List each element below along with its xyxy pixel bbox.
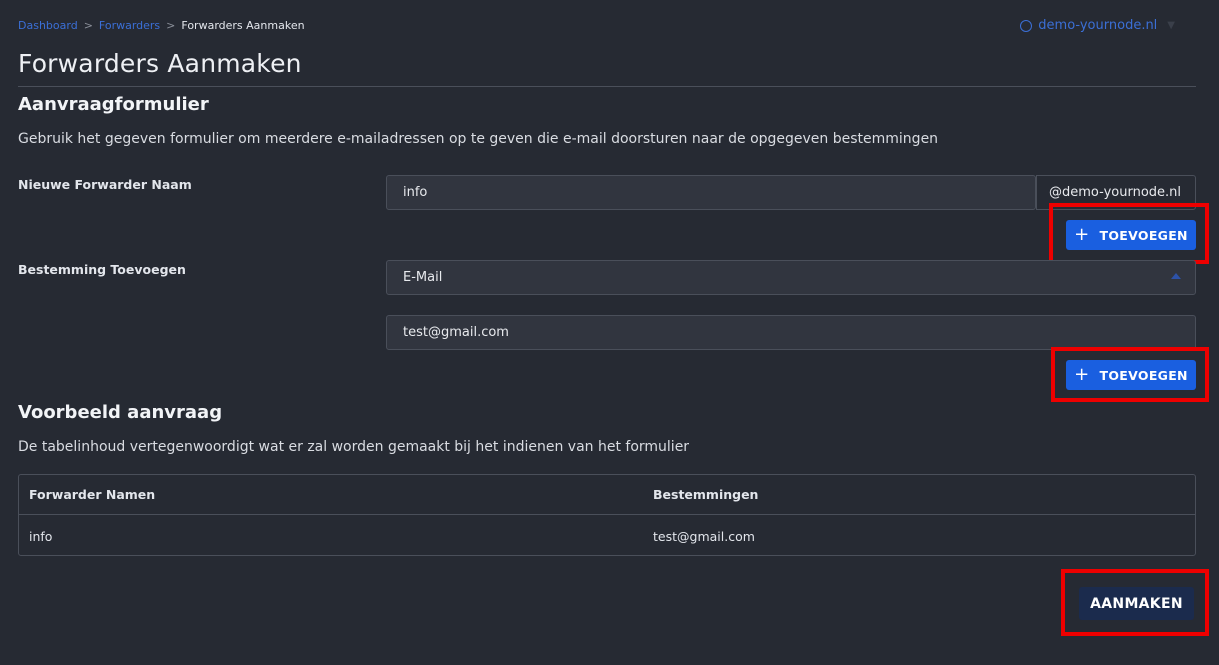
- breadcrumb-separator: >: [166, 19, 176, 32]
- column-header-destinations: Bestemmingen: [653, 487, 759, 502]
- destination-email-value: test@gmail.com: [403, 325, 509, 340]
- forwarder-name-label: Nieuwe Forwarder Naam: [18, 177, 192, 192]
- breadcrumb-separator: >: [83, 19, 93, 32]
- page-title: Forwarders Aanmaken: [18, 49, 302, 78]
- breadcrumb-forwarders[interactable]: Forwarders: [99, 19, 160, 32]
- breadcrumb: Dashboard > Forwarders > Forwarders Aanm…: [18, 19, 305, 32]
- preview-section-description: De tabelinhoud vertegenwoordigt wat er z…: [18, 439, 690, 455]
- title-divider: [18, 86, 1196, 87]
- create-button[interactable]: AANMAKEN: [1079, 587, 1194, 620]
- table-cell-forwarder-name: info: [29, 528, 53, 544]
- breadcrumb-current: Forwarders Aanmaken: [181, 19, 305, 32]
- table-row: info test@gmail.com: [19, 516, 1195, 556]
- column-header-forwarder-names: Forwarder Namen: [29, 487, 156, 502]
- breadcrumb-dashboard[interactable]: Dashboard: [18, 19, 78, 32]
- add-destination-button-label: TOEVOEGEN: [1099, 367, 1188, 383]
- form-section-title: Aanvraagformulier: [18, 94, 209, 115]
- preview-table: Forwarder Namen Bestemmingen info test@g…: [18, 474, 1196, 556]
- preview-section-title: Voorbeeld aanvraag: [18, 402, 223, 423]
- form-section-description: Gebruik het gegeven formulier om meerder…: [18, 131, 939, 147]
- forwarder-name-value: info: [403, 185, 428, 200]
- domain-selector[interactable]: demo-yournode.nl ▼: [1020, 18, 1175, 33]
- destination-label: Bestemming Toevoegen: [18, 262, 186, 277]
- destination-email-input[interactable]: test@gmail.com: [386, 315, 1196, 350]
- add-forwarder-button-label: TOEVOEGEN: [1099, 227, 1188, 243]
- forwarder-name-input[interactable]: info: [386, 175, 1036, 210]
- add-forwarder-button[interactable]: + TOEVOEGEN: [1066, 220, 1196, 250]
- destination-type-value: E-Mail: [403, 270, 443, 285]
- domain-selector-label: demo-yournode.nl: [1038, 18, 1158, 33]
- forwarder-create-page: Dashboard > Forwarders > Forwarders Aanm…: [0, 0, 1219, 665]
- add-destination-button[interactable]: + TOEVOEGEN: [1066, 360, 1196, 390]
- plus-icon: +: [1074, 224, 1090, 245]
- chevron-up-icon: [1171, 273, 1181, 279]
- destination-type-select[interactable]: E-Mail: [386, 260, 1196, 295]
- table-header-row: Forwarder Namen Bestemmingen: [19, 475, 1195, 515]
- table-cell-destination: test@gmail.com: [653, 528, 755, 544]
- plus-icon: +: [1074, 364, 1090, 385]
- chevron-down-icon: ▼: [1167, 20, 1175, 31]
- globe-icon: [1020, 19, 1033, 32]
